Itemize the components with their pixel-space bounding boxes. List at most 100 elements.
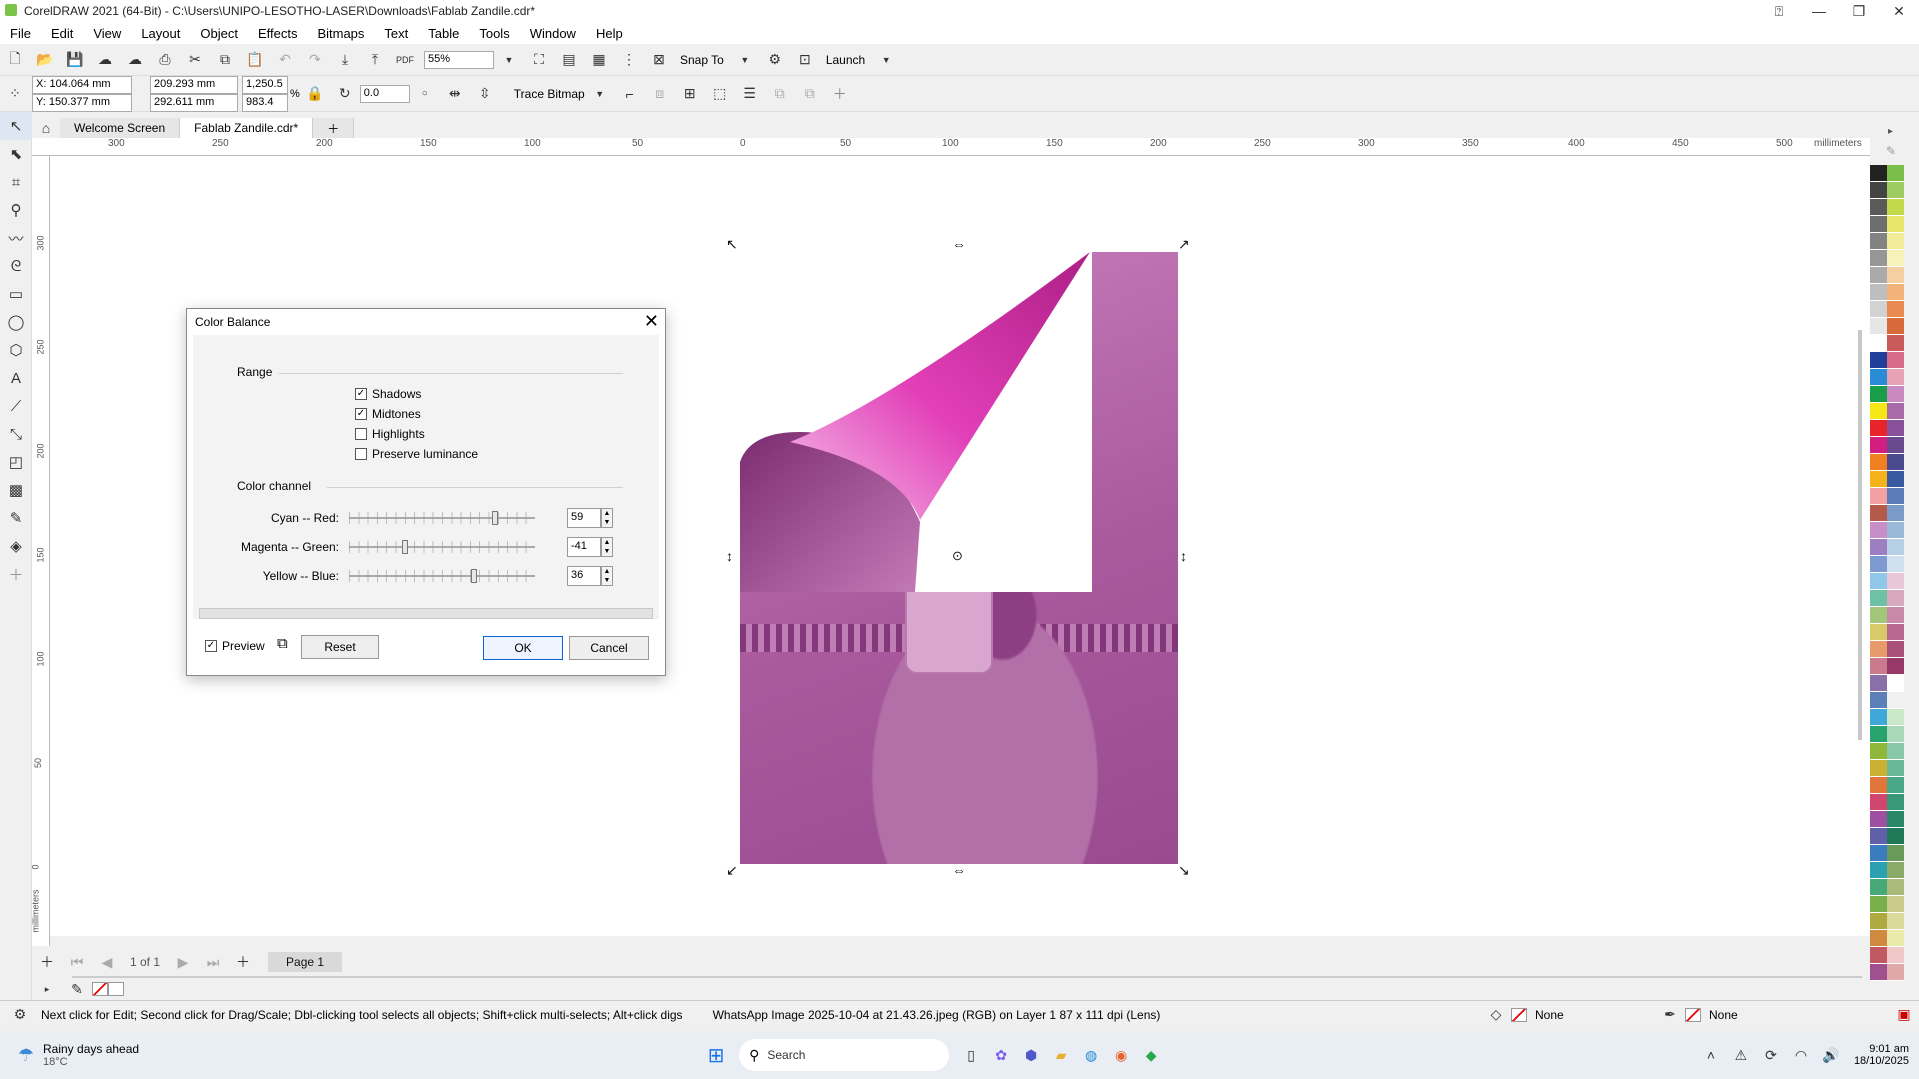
palette-color-swatch[interactable] — [1887, 828, 1904, 845]
height-field[interactable]: 292.611 mm — [150, 93, 238, 112]
import-icon[interactable]: ⤓ — [333, 48, 357, 72]
palette-color-swatch[interactable] — [1870, 386, 1887, 403]
palette-color-swatch[interactable] — [1887, 233, 1904, 250]
palette-color-swatch[interactable] — [1887, 862, 1904, 879]
snap-icon[interactable]: ⊠ — [647, 48, 671, 72]
artistic-media-icon[interactable]: ᘓ — [0, 252, 32, 280]
task-view-icon[interactable]: ▯ — [959, 1043, 983, 1067]
palette-expand-icon[interactable]: ▸ — [1888, 126, 1893, 137]
open-folder-icon[interactable]: 📂 — [33, 48, 57, 72]
palette-color-swatch[interactable] — [1870, 403, 1887, 420]
palette-color-swatch[interactable] — [1887, 743, 1904, 760]
to-back-icon[interactable]: ⧉ — [798, 82, 822, 106]
palette-color-swatch[interactable] — [1870, 709, 1887, 726]
home-icon[interactable]: ⌂ — [34, 116, 58, 140]
palette-color-swatch[interactable] — [1870, 743, 1887, 760]
undo-icon[interactable]: ↶ — [273, 48, 297, 72]
palette-color-swatch[interactable] — [1887, 352, 1904, 369]
palette-color-swatch[interactable] — [1887, 267, 1904, 284]
print-icon[interactable]: ⎙ — [153, 48, 177, 72]
windows-start-icon[interactable]: ⊞ — [704, 1043, 728, 1067]
shadows-checkbox-box[interactable]: ✓ — [355, 388, 367, 400]
pick-tool-icon[interactable]: ↖ — [0, 112, 32, 140]
palette-color-swatch[interactable] — [1887, 216, 1904, 233]
palette-color-swatch[interactable] — [1887, 913, 1904, 930]
palette-color-swatch[interactable] — [1870, 216, 1887, 233]
preserve-luminance-checkbox[interactable]: Preserve luminance — [355, 447, 478, 461]
palette-color-swatch[interactable] — [1887, 165, 1904, 182]
palette-color-swatch[interactable] — [1887, 641, 1904, 658]
ok-button[interactable]: OK — [483, 636, 563, 660]
rotate-handle-bottom-right[interactable]: ↘ — [1178, 862, 1190, 879]
highlights-checkbox-box[interactable] — [355, 428, 367, 440]
status-settings-icon[interactable]: ⚙ — [8, 1003, 32, 1027]
palette-color-swatch[interactable] — [1870, 488, 1887, 505]
cloud-download-icon[interactable]: ☁ — [93, 48, 117, 72]
palette-color-swatch[interactable] — [1887, 250, 1904, 267]
palette-color-swatch[interactable] — [1870, 301, 1887, 318]
fill-swatch[interactable] — [1511, 1007, 1527, 1022]
reset-button[interactable]: Reset — [301, 635, 379, 659]
trace-bitmap-button[interactable]: Trace Bitmap — [514, 87, 585, 101]
rotate-handle-top-left[interactable]: ↖ — [726, 236, 738, 253]
save-icon[interactable]: 💾 — [63, 48, 87, 72]
new-tab-button[interactable]: ＋ — [313, 118, 355, 138]
first-page-icon[interactable]: ⏮ — [65, 950, 89, 974]
palette-color-swatch[interactable] — [1870, 692, 1887, 709]
launch-dropdown-arrow-icon[interactable]: ▼ — [874, 48, 898, 72]
cyan-red-value[interactable]: 59 — [567, 508, 601, 528]
next-page-icon[interactable]: ▶ — [171, 950, 195, 974]
ellipse-tool-icon[interactable]: ◯ — [0, 308, 32, 336]
cyan-red-thumb[interactable] — [492, 511, 499, 525]
scale-y-field[interactable]: 983.4 — [242, 93, 288, 112]
eyedropper-tool-icon[interactable]: ✎ — [0, 504, 32, 532]
preview-checkbox[interactable]: ✓ Preview — [205, 639, 265, 653]
palette-color-swatch[interactable] — [1870, 352, 1887, 369]
palette-color-swatch[interactable] — [1887, 505, 1904, 522]
menu-text[interactable]: Text — [374, 26, 418, 41]
help-icon[interactable]: ⍰ — [1759, 0, 1799, 22]
palette-color-swatch[interactable] — [1870, 879, 1887, 896]
cyan-red-spinner[interactable]: ▲ ▼ — [601, 508, 613, 528]
volume-icon[interactable]: 🔊 — [1819, 1043, 1843, 1067]
palette-color-swatch[interactable] — [1887, 284, 1904, 301]
cloud-upload-icon[interactable]: ☁ — [123, 48, 147, 72]
add-page-after-icon[interactable]: ＋ — [231, 950, 255, 974]
palette-color-swatch[interactable] — [1870, 930, 1887, 947]
palette-color-swatch[interactable] — [1870, 437, 1887, 454]
palette-color-swatch[interactable] — [1887, 182, 1904, 199]
rectangle-tool-icon[interactable]: ▭ — [0, 280, 32, 308]
palette-color-swatch[interactable] — [1887, 590, 1904, 607]
yellow-blue-slider[interactable] — [349, 569, 535, 583]
snap-dropdown-arrow-icon[interactable]: ▼ — [733, 48, 757, 72]
show-hidden-icons[interactable]: ˄ — [1699, 1043, 1723, 1067]
palette-color-swatch[interactable] — [1887, 879, 1904, 896]
palette-color-swatch[interactable] — [1870, 947, 1887, 964]
copilot-icon[interactable]: ✿ — [989, 1043, 1013, 1067]
clock-date[interactable]: 18/10/2025 — [1854, 1055, 1909, 1067]
palette-color-swatch[interactable] — [1870, 777, 1887, 794]
edge-browser-icon[interactable]: ◍ — [1079, 1043, 1103, 1067]
palette-color-swatch[interactable] — [1887, 692, 1904, 709]
taskbar-search-box[interactable]: ⚲ Search — [739, 1039, 950, 1071]
horizontal-ruler[interactable]: 300 250 200 150 100 50 0 50 100 150 200 … — [32, 138, 1870, 156]
show-rulers-icon[interactable]: ▤ — [557, 48, 581, 72]
palette-color-swatch[interactable] — [1887, 471, 1904, 488]
palette-color-swatch[interactable] — [1870, 658, 1887, 675]
menu-window[interactable]: Window — [520, 26, 586, 41]
palette-color-swatch[interactable] — [1887, 709, 1904, 726]
close-window-button[interactable]: ✕ — [1879, 0, 1919, 22]
y-position-field[interactable]: Y: 150.377 mm — [32, 93, 132, 112]
palette-color-swatch[interactable] — [1887, 522, 1904, 539]
rotation-center-icon[interactable]: ⊙ — [952, 548, 963, 564]
skew-handle-right[interactable]: ↕ — [1180, 548, 1187, 564]
menu-help[interactable]: Help — [586, 26, 633, 41]
yellow-blue-spinner[interactable]: ▲ ▼ — [601, 566, 613, 586]
last-page-icon[interactable]: ⏭ — [201, 950, 225, 974]
mirror-vertical-icon[interactable]: ⇳ — [473, 82, 497, 106]
palette-color-swatch[interactable] — [1870, 471, 1887, 488]
palette-color-swatch[interactable] — [1870, 828, 1887, 845]
palette-color-swatch[interactable] — [1870, 539, 1887, 556]
drop-shadow-tool-icon[interactable]: ◰ — [0, 448, 32, 476]
palette-color-swatch[interactable] — [1887, 369, 1904, 386]
